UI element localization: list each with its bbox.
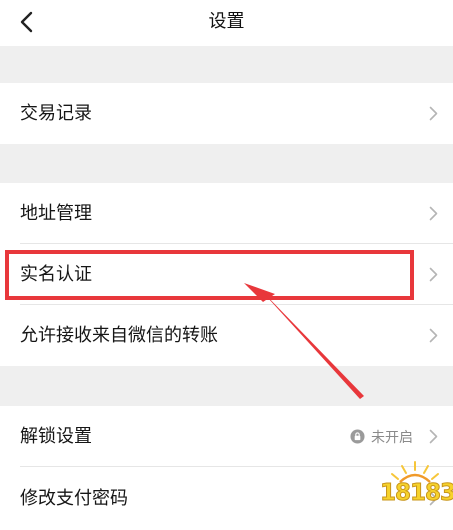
menu-item-real-name-verification[interactable]: 实名认证: [0, 244, 453, 305]
menu-item-label: 修改支付密码: [20, 488, 128, 509]
lock-icon: [349, 429, 365, 445]
chevron-right-icon: [423, 183, 443, 244]
menu-item-label: 解锁设置: [20, 426, 92, 447]
watermark-logo: 18183: [380, 458, 453, 526]
menu-item-address-management[interactable]: 地址管理: [0, 183, 453, 244]
menu-item-label: 实名认证: [20, 264, 92, 285]
menu-item-label: 地址管理: [20, 203, 92, 224]
menu-item-label: 允许接收来自微信的转账: [20, 325, 218, 346]
page-title: 设置: [208, 11, 245, 32]
menu-item-label: 交易记录: [20, 103, 92, 124]
chevron-right-icon: [423, 305, 443, 366]
menu-item-allow-wechat-transfer[interactable]: 允许接收来自微信的转账: [0, 305, 453, 366]
chevron-right-icon: [423, 83, 443, 144]
watermark-text: 18183: [380, 480, 453, 507]
chevron-right-icon: [423, 244, 443, 305]
menu-item-transaction-records[interactable]: 交易记录: [0, 83, 453, 144]
navigation-bar: 设置: [0, 0, 453, 46]
status-text: 未开启: [371, 429, 413, 446]
